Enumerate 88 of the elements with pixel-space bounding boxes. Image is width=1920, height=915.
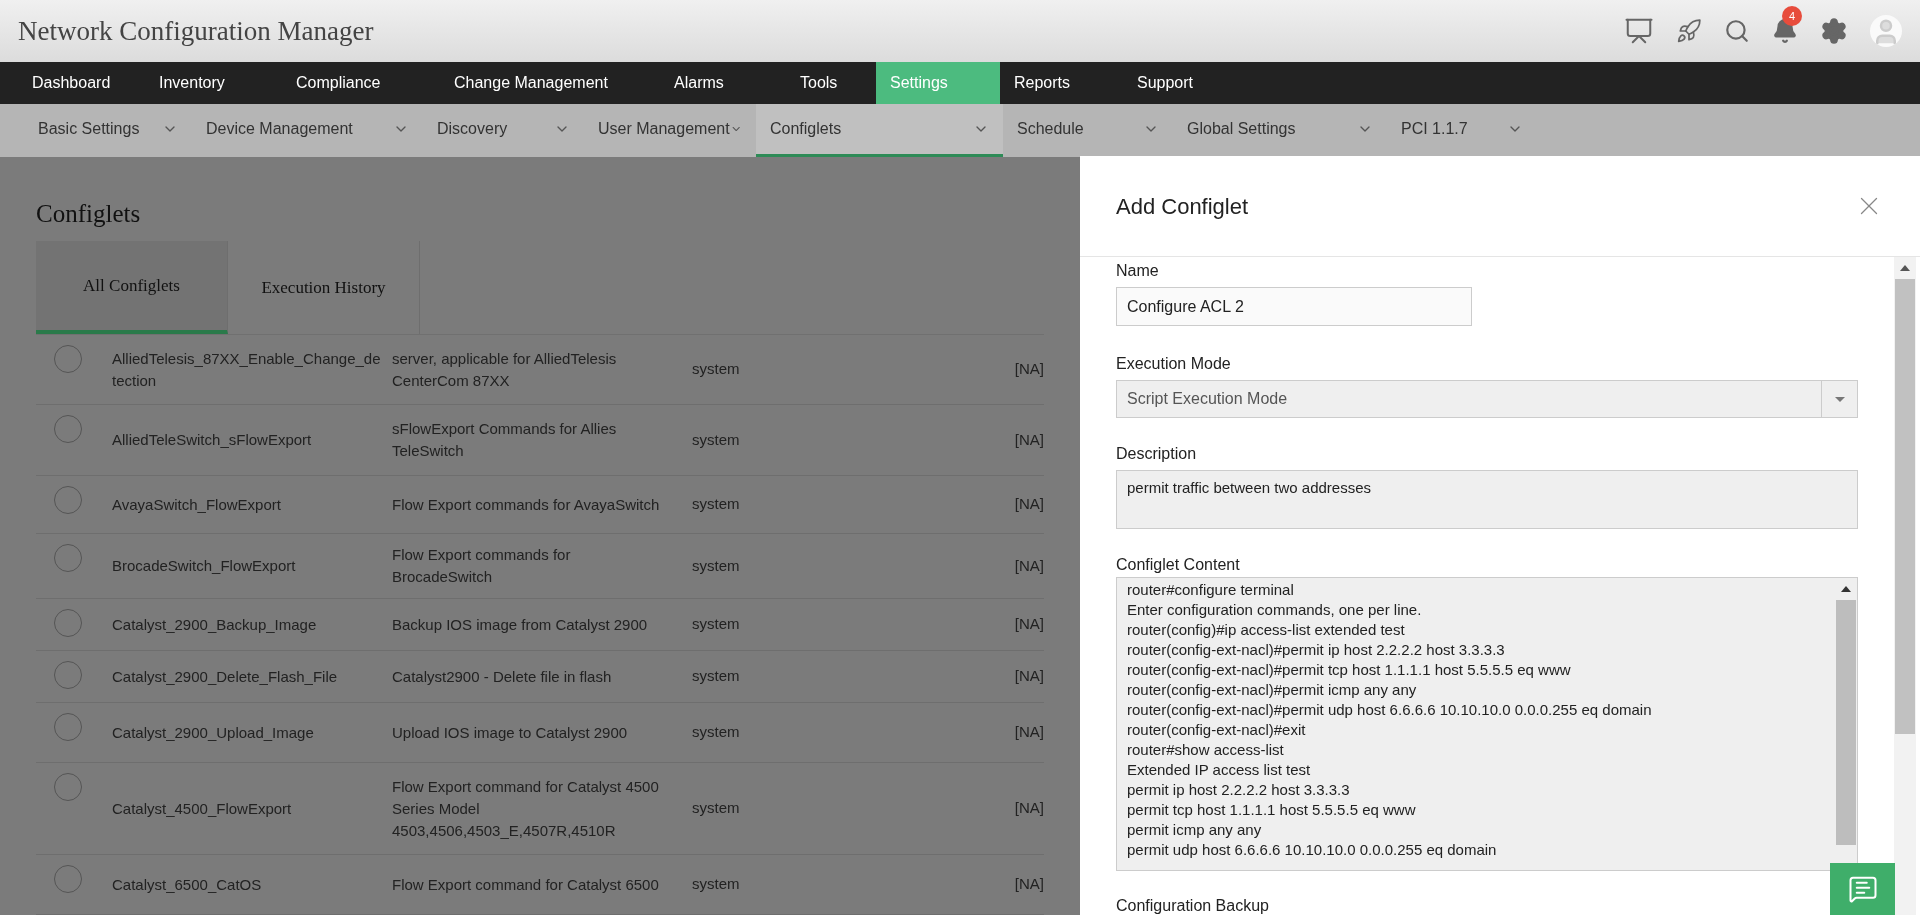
description-field[interactable]: permit traffic between two addresses (1116, 469, 1858, 530)
notification-bell-icon[interactable] (1772, 18, 1798, 44)
configlet-description: Upload IOS image to Catalyst 2900 (392, 722, 629, 743)
table-cell-text: [NA] (1014, 874, 1044, 895)
code-line: router(config-ext-nacl)#exit (1127, 720, 1307, 741)
presentation-icon[interactable] (1624, 16, 1654, 46)
field-label: Configuration Backup (1116, 897, 1270, 915)
code-line: router#configure terminal (1127, 580, 1295, 601)
owner-cell-text: system (692, 666, 741, 687)
configlet-description: Flow Export commands for AvayaSwitch (392, 494, 661, 515)
code-line: permit tcp host 1.1.1.1 host 5.5.5.5 eq www (1127, 800, 1417, 821)
name-field[interactable]: Configure ACL 2 (1116, 287, 1472, 327)
chat-icon (1847, 874, 1878, 904)
configlet-name: AvayaSwitch_FlowExport (112, 494, 282, 515)
owner-cell-text: system (692, 429, 741, 450)
nav-tab[interactable]: Compliance (282, 62, 440, 104)
configlet-name: AlliedTeleSwitch_sFlowExport (112, 430, 313, 450)
rocket-icon[interactable] (1676, 18, 1702, 44)
owner-cell-text: system (692, 874, 741, 895)
panel-title: Add Configlet (1116, 192, 1249, 221)
code-line: permit icmp any any (1127, 820, 1263, 841)
settings-icon[interactable] (1820, 17, 1848, 45)
execution-mode-dropdown[interactable]: Script Execution Mode (1116, 380, 1858, 418)
subnav-tab[interactable]: User Management (584, 104, 756, 157)
code-line: Extended IP access list test (1127, 760, 1312, 781)
subnav-tab[interactable]: Basic Settings (24, 104, 192, 157)
configlet-description: Flow Export command for Catalyst 4500 Series Model 4503,4506,4503_E,4507R,4510R (392, 776, 660, 841)
content-field[interactable] (1116, 577, 1858, 871)
field-label: Configlet Content (1116, 555, 1241, 576)
subnav-tab[interactable]: Device Management (192, 104, 423, 157)
configlet-name: Catalyst_4500_FlowExport (112, 798, 293, 819)
table-cell-text: [NA] (1014, 798, 1044, 819)
owner-cell-text: system (692, 555, 741, 576)
code-line: Enter configuration commands, one per line. (1127, 600, 1423, 621)
configlet-description: Flow Export commands for BrocadeSwitch (392, 545, 572, 587)
table-cell-text: [NA] (1014, 555, 1044, 576)
table-cell-text: [NA] (1014, 722, 1044, 743)
subnav-tab[interactable]: Configlets (756, 104, 1003, 157)
subnav-tab[interactable]: Discovery (423, 104, 584, 157)
configlet-description: Flow Export command for Catalyst 6500 (392, 874, 660, 895)
code-line: router(config-ext-nacl)#permit ip host 2.2.2.2 host 3.3.3.3 (1127, 640, 1506, 661)
configlet-name: Catalyst_6500_CatOS (112, 874, 263, 895)
chat-button[interactable] (1830, 863, 1895, 915)
scrollbar[interactable] (1894, 257, 1916, 915)
configlet-name: AlliedTelesis_87XX_Enable_Change_detection (112, 348, 382, 391)
code-line: permit ip host 2.2.2.2 host 3.3.3.3 (1127, 780, 1351, 801)
field-label: Execution Mode (1116, 354, 1232, 375)
code-line: router(config-ext-nacl)#permit udp host 6.6.6.6 10.10.10.0 0.0.0.255 eq domain (1127, 700, 1653, 721)
notification-badge: 4 (1782, 6, 1802, 26)
nav-tab[interactable]: Reports (1000, 62, 1123, 104)
nav-tab[interactable]: Change Management (440, 62, 660, 104)
code-line: router#show access-list (1127, 740, 1285, 761)
owner-cell-text: system (692, 722, 741, 743)
page-title: Configlets (36, 199, 142, 229)
owner-cell-text: system (692, 359, 741, 380)
nav-tab[interactable]: Inventory (145, 62, 282, 104)
code-line: router(config-ext-nacl)#permit tcp host 1.1.1.1 host 5.5.5.5 eq www (1127, 660, 1572, 681)
configlet-description: server, applicable for AlliedTelesis CenterCom 87XX (392, 348, 618, 391)
code-line: router(config)#ip access-list extended test (1127, 620, 1406, 641)
nav-tab[interactable]: Tools (786, 62, 876, 104)
configlet-description: sFlowExport Commands for Allies TeleSwitch (392, 419, 618, 461)
configlet-description: Backup IOS image from Catalyst 2900 (392, 614, 649, 635)
nav-tab[interactable]: Dashboard (18, 62, 145, 104)
dropdown-arrow-icon (1834, 396, 1845, 402)
nav-tab[interactable]: Alarms (660, 62, 786, 104)
table-cell-text: [NA] (1014, 359, 1044, 380)
owner-cell-text: system (692, 614, 741, 635)
table-cell-text: [NA] (1014, 666, 1044, 687)
configlet-description: Catalyst2900 - Delete file in flash (392, 666, 613, 687)
owner-cell-text: system (692, 494, 741, 515)
search-icon[interactable] (1724, 18, 1750, 44)
configlet-name: Catalyst_2900_Backup_Image (112, 614, 318, 635)
configlet-name: Catalyst_2900_Upload_Image (112, 722, 315, 743)
table-cell-text: [NA] (1014, 614, 1044, 635)
owner-cell-text: system (692, 798, 741, 819)
table-cell-text: [NA] (1014, 429, 1044, 450)
field-label: Name (1116, 261, 1160, 281)
configlet-name: BrocadeSwitch_FlowExport (112, 556, 297, 576)
app-title: Network Configuration Manager (18, 14, 374, 48)
code-line: permit udp host 6.6.6.6 10.10.10.0 0.0.0.255 eq domain (1127, 840, 1498, 861)
nav-tab[interactable]: Support (1123, 62, 1240, 104)
table-cell-text: [NA] (1014, 494, 1044, 515)
avatar-icon[interactable] (1870, 15, 1902, 47)
page-tab[interactable]: Execution History (228, 241, 420, 334)
code-line: router(config-ext-nacl)#permit icmp any any (1127, 680, 1418, 701)
field-label: Description (1116, 443, 1198, 464)
page-tab[interactable]: All Configlets (36, 241, 228, 334)
configlet-name: Catalyst_2900_Delete_Flash_File (112, 666, 339, 687)
